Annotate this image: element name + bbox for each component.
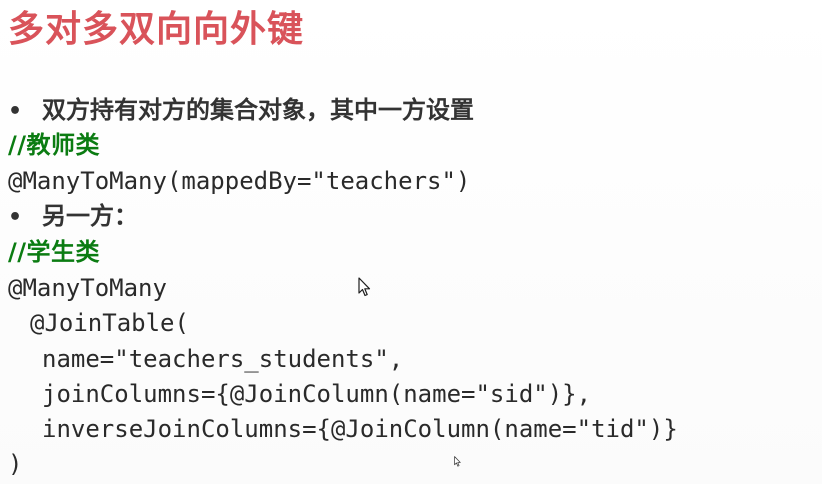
bullet-point-2: • 另一方： bbox=[8, 199, 138, 235]
student-annotation: @ManyToMany bbox=[8, 274, 167, 302]
slide: 多对多双向向外键 • 双方持有对方的集合对象，其中一方设置 //教师类 @Many… bbox=[0, 0, 822, 484]
code-line-close-paren: ) bbox=[8, 450, 23, 478]
teacher-annotation: @ManyToMany(mappedBy="teachers") bbox=[8, 167, 471, 195]
bullet-text-2: 另一方： bbox=[42, 202, 138, 230]
bullet-dot-icon: • bbox=[8, 205, 23, 230]
mouse-pointer-icon bbox=[454, 456, 462, 467]
bullet-point-1: • 双方持有对方的集合对象，其中一方设置 bbox=[8, 93, 474, 129]
code-line-joincolumns: joinColumns={@JoinColumn(name="sid")}, bbox=[42, 380, 592, 408]
code-line-inversejoincolumns: inverseJoinColumns={@JoinColumn(name="ti… bbox=[42, 415, 678, 443]
slide-title: 多对多双向向外键 bbox=[8, 9, 305, 50]
code-line-jointable: @JoinTable( bbox=[30, 309, 189, 337]
code-line-name: name="teachers_students", bbox=[42, 345, 404, 373]
teacher-comment: //教师类 bbox=[8, 131, 101, 159]
mouse-pointer-icon bbox=[358, 277, 372, 297]
student-comment: //学生类 bbox=[8, 238, 101, 266]
bullet-text-1: 双方持有对方的集合对象，其中一方设置 bbox=[42, 96, 474, 124]
bullet-dot-icon: • bbox=[8, 99, 23, 124]
